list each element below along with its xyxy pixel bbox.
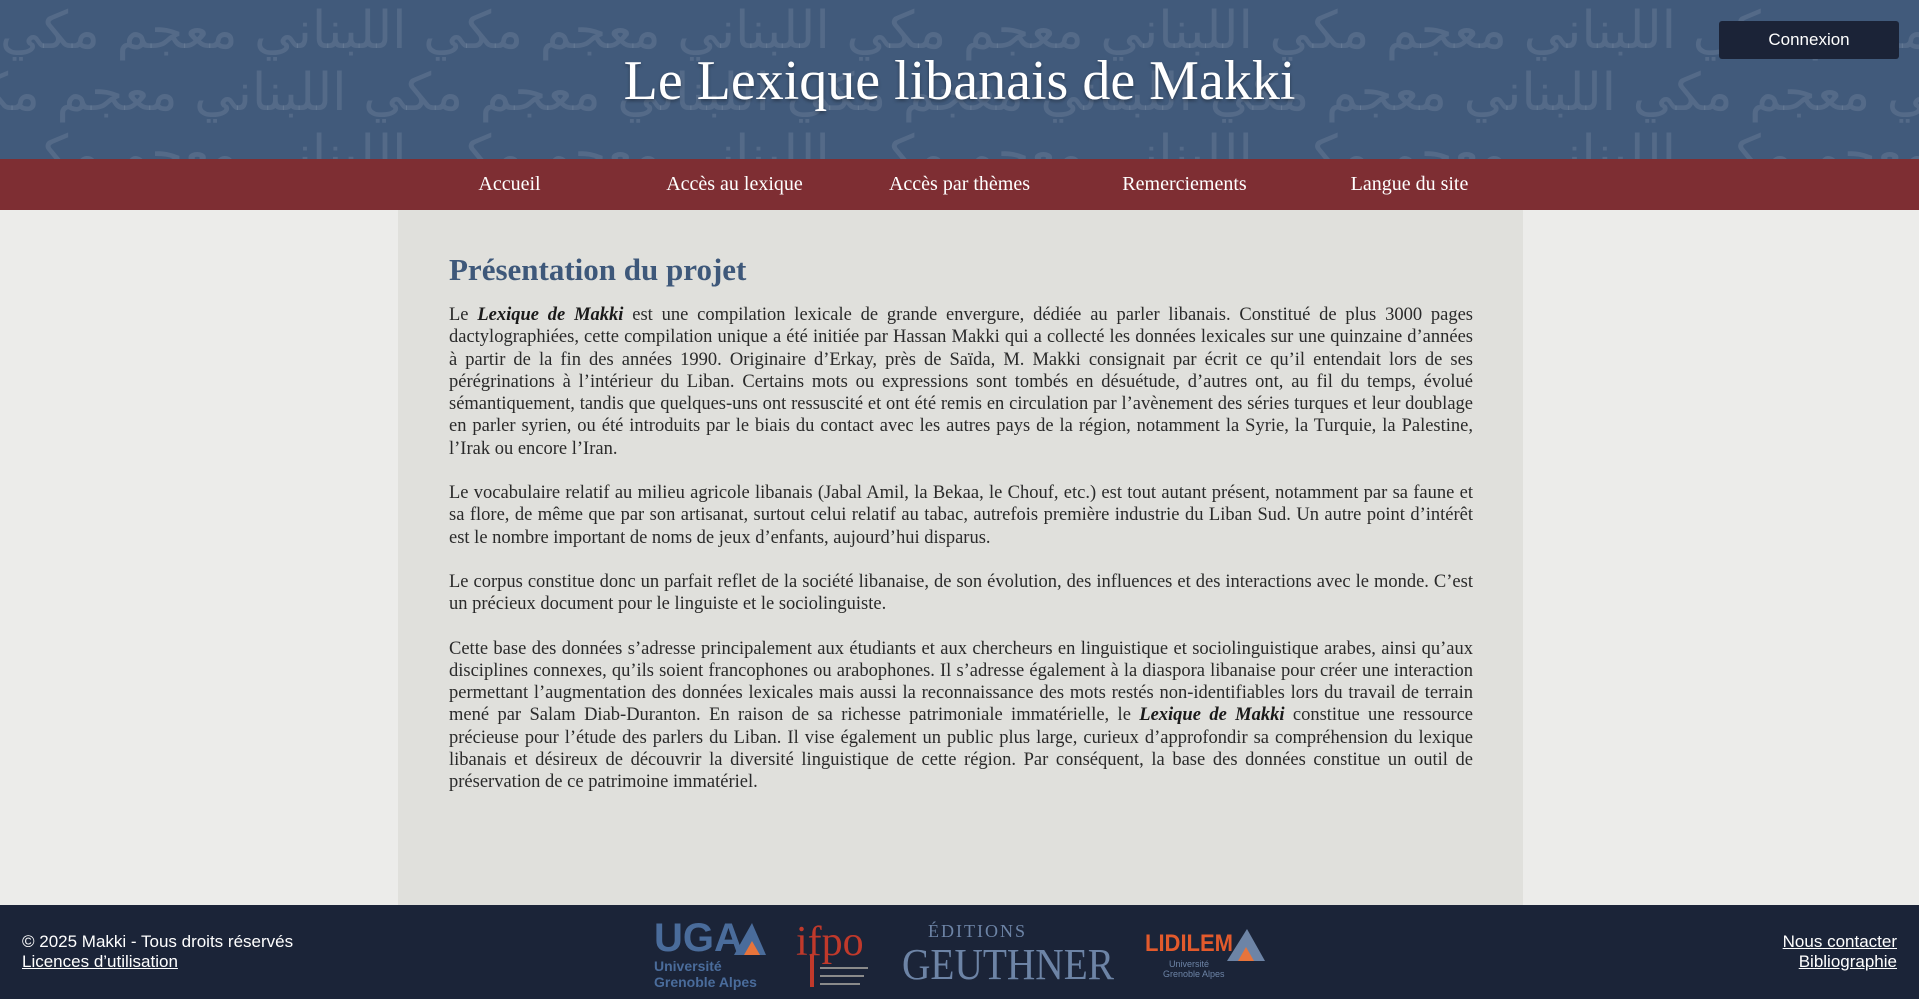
main-content: Présentation du projet Le Lexique de Mak…: [398, 210, 1523, 905]
page-title: Présentation du projet: [449, 252, 747, 287]
footer-right: Nous contacter Bibliographie: [1783, 932, 1897, 972]
nav-item-acces-themes[interactable]: Accès par thèmes: [847, 159, 1072, 210]
pattern-row: معجم مكي اللبناني معجم مكي اللبناني معجم…: [0, 125, 1919, 159]
lidilem-logo-sub2: Grenoble Alpes: [1163, 969, 1225, 979]
paragraph-public: Cette base des données s’adresse princip…: [449, 638, 1473, 794]
lidilem-logo[interactable]: LIDILEM Université Grenoble Alpes: [1145, 915, 1265, 991]
geuthner-logo[interactable]: ÉDITIONS GEUTHNER: [902, 915, 1117, 991]
nav-item-remerciements[interactable]: Remerciements: [1072, 159, 1297, 210]
geuthner-logo-main: GEUTHNER: [902, 940, 1115, 989]
geuthner-logo-top: ÉDITIONS: [928, 920, 1027, 941]
ifpo-line: [810, 955, 814, 987]
lidilem-logo-sub1: Université: [1169, 959, 1209, 969]
licences-link[interactable]: Licences d’utilisation: [22, 952, 293, 972]
contact-link[interactable]: Nous contacter: [1783, 932, 1897, 952]
footer-left: © 2025 Makki - Tous droits réservés Lice…: [22, 932, 293, 972]
main-nav: Accueil Accès au lexique Accès par thème…: [0, 159, 1919, 210]
ifpo-logo[interactable]: ifpo: [790, 915, 874, 991]
nav-item-accueil[interactable]: Accueil: [397, 159, 622, 210]
text: Le: [449, 305, 478, 325]
uga-logo-text: UGA: [654, 916, 743, 960]
emphasis-lexique: Lexique de Makki: [1139, 705, 1285, 726]
copyright-text: © 2025 Makki - Tous droits réservés: [22, 932, 294, 951]
paragraph-corpus: Le corpus constitue donc un parfait refl…: [449, 571, 1473, 615]
paragraph-intro: Le Lexique de Makki est une compilation …: [449, 304, 1473, 460]
text: est une compilation lexicale de grande e…: [449, 305, 1473, 459]
ifpo-logo-text: ifpo: [796, 919, 864, 965]
uga-logo-sub1: Université: [654, 958, 722, 974]
ifpo-caption-line: [820, 975, 864, 977]
ifpo-caption-line: [820, 983, 860, 985]
lidilem-logo-text: LIDILEM: [1145, 930, 1233, 957]
presentation-section: Présentation du projet Le Lexique de Mak…: [449, 250, 1473, 816]
emphasis-lexique: Lexique de Makki: [477, 305, 624, 325]
paragraph-vocabulaire: Le vocabulaire relatif au milieu agricol…: [449, 483, 1473, 548]
site-title[interactable]: Le Lexique libanais de Makki: [0, 46, 1919, 116]
uga-logo[interactable]: UGA Université Grenoble Alpes: [654, 915, 766, 991]
nav-item-langue[interactable]: Langue du site: [1297, 159, 1522, 210]
uga-logo-sub2: Grenoble Alpes: [654, 974, 757, 990]
bibliographie-link[interactable]: Bibliographie: [1783, 952, 1897, 972]
site-header: معجم مكي اللبناني معجم مكي اللبناني معجم…: [0, 0, 1919, 159]
ifpo-caption-line: [820, 967, 868, 969]
login-button[interactable]: Connexion: [1719, 21, 1899, 59]
nav-item-acces-lexique[interactable]: Accès au lexique: [622, 159, 847, 210]
site-footer: © 2025 Makki - Tous droits réservés Lice…: [0, 905, 1919, 999]
